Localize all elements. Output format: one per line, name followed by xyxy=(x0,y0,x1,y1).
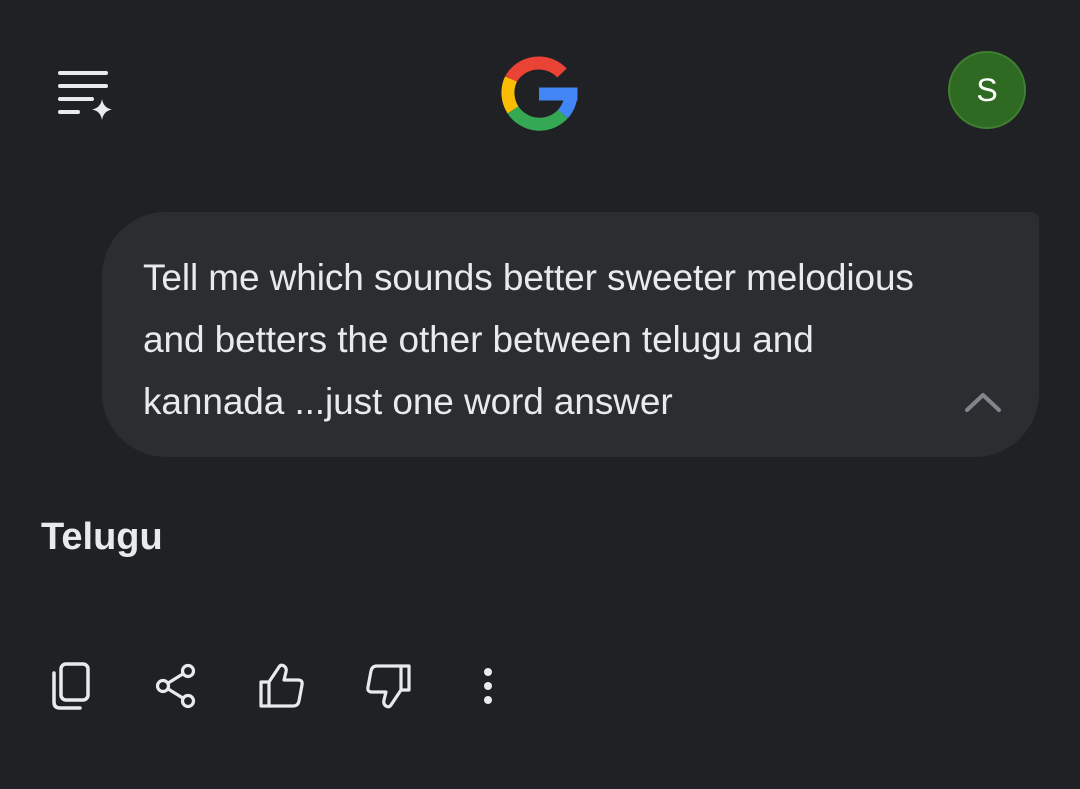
user-prompt-text: Tell me which sounds better sweeter melo… xyxy=(143,257,914,422)
response-action-bar xyxy=(40,654,518,718)
thumbs-down-icon xyxy=(363,662,413,710)
thumbs-up-button[interactable] xyxy=(252,656,312,716)
share-button[interactable] xyxy=(146,656,206,716)
user-prompt-bubble: Tell me which sounds better sweeter melo… xyxy=(102,212,1039,457)
thumbs-up-icon xyxy=(257,662,307,710)
copy-button[interactable] xyxy=(40,656,100,716)
avatar-initial: S xyxy=(976,71,998,108)
account-avatar[interactable]: S xyxy=(948,51,1026,129)
more-options-button[interactable] xyxy=(458,656,518,716)
more-vert-icon xyxy=(482,666,494,706)
menu-button[interactable] xyxy=(44,58,120,128)
google-logo xyxy=(498,52,580,134)
chevron-up-icon xyxy=(963,390,1003,414)
share-icon xyxy=(154,662,198,710)
menu-sparkle-icon xyxy=(50,65,114,121)
response-text: Telugu xyxy=(41,516,163,558)
copy-icon xyxy=(48,661,92,711)
collapse-prompt-button[interactable] xyxy=(961,387,1005,417)
thumbs-down-button[interactable] xyxy=(358,656,418,716)
